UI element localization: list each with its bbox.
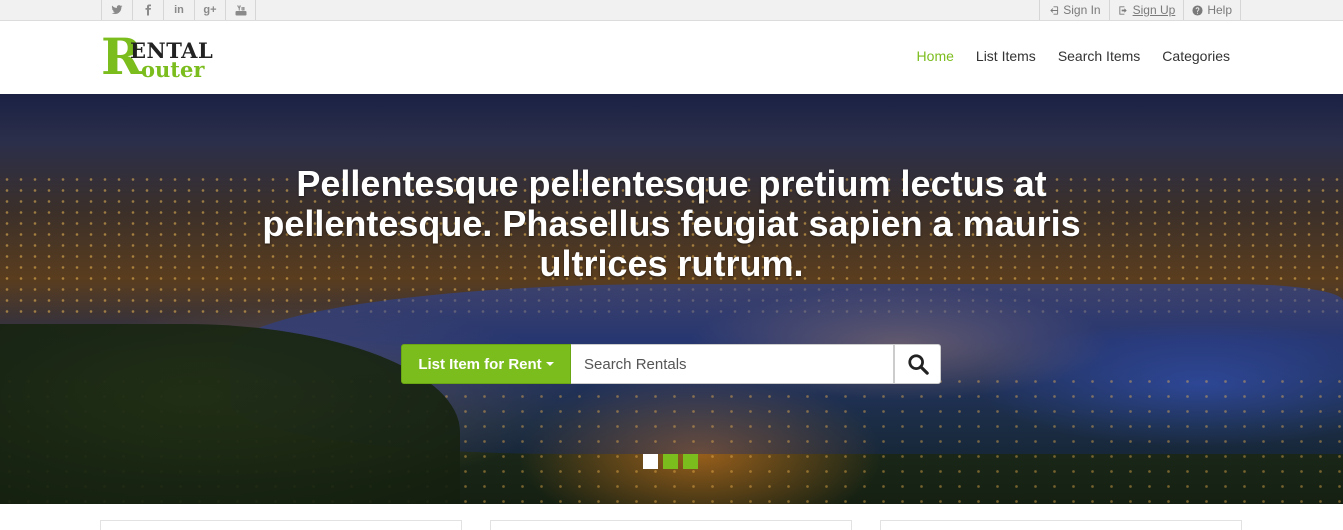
carousel-dot-3[interactable] [683, 454, 698, 469]
twitter-link[interactable] [101, 0, 132, 20]
help-label: Help [1207, 3, 1232, 17]
carousel-dot-1[interactable] [643, 454, 658, 469]
nav-categories[interactable]: Categories [1162, 48, 1230, 64]
question-circle-icon [1192, 4, 1203, 16]
hero-headline: Pellentesque pellentesque pretium lectus… [262, 163, 1081, 284]
sign-up-icon [1118, 5, 1127, 15]
sign-up-label: Sign Up [1132, 3, 1176, 17]
nav-home[interactable]: Home [917, 48, 954, 64]
hero-banner: Pellentesque pellentesque pretium lectus… [0, 94, 1343, 504]
hero-search-bar: List Item for Rent Search Rentals [401, 344, 941, 384]
search-rentals-input[interactable]: Search Rentals [571, 344, 894, 384]
sign-in-icon [1050, 5, 1059, 15]
help-link[interactable]: Help [1183, 0, 1241, 20]
list-button-label: List Item for Rent [418, 355, 542, 373]
main-nav: Home List Items Search Items Categories [917, 48, 1230, 64]
sign-in-label: Sign In [1063, 3, 1101, 17]
feature-card [880, 520, 1242, 530]
twitter-icon [111, 5, 123, 15]
linkedin-icon: in [174, 4, 184, 16]
logo-word-bottom: outer [141, 57, 205, 82]
googleplus-icon: g+ [203, 4, 217, 16]
feature-cards [100, 520, 1242, 530]
nav-search-items[interactable]: Search Items [1058, 48, 1140, 64]
social-links: in g+ [101, 0, 256, 20]
carousel-indicators [643, 454, 698, 469]
youtube-link[interactable] [225, 0, 256, 20]
search-button[interactable] [894, 344, 941, 384]
caret-down-icon [545, 362, 554, 366]
list-item-for-rent-button[interactable]: List Item for Rent [401, 344, 571, 384]
feature-card [490, 520, 852, 530]
facebook-link[interactable] [132, 0, 163, 20]
sign-in-link[interactable]: Sign In [1039, 0, 1108, 20]
feature-card [100, 520, 462, 530]
nav-list-items[interactable]: List Items [976, 48, 1036, 64]
facebook-icon [145, 4, 151, 16]
carousel-dot-2[interactable] [663, 454, 678, 469]
account-links: Sign In Sign Up Help [1039, 0, 1241, 20]
linkedin-link[interactable]: in [163, 0, 194, 20]
top-utility-bar: in g+ Sign In Sign Up Help [0, 0, 1343, 21]
site-logo[interactable]: R ENTAL outer [101, 32, 251, 83]
search-icon [907, 354, 929, 375]
googleplus-link[interactable]: g+ [194, 0, 225, 20]
site-header: R ENTAL outer Home List Items Search Ite… [0, 21, 1343, 94]
search-placeholder: Search Rentals [584, 355, 687, 373]
sign-up-link[interactable]: Sign Up [1108, 0, 1184, 20]
youtube-icon [235, 5, 246, 16]
